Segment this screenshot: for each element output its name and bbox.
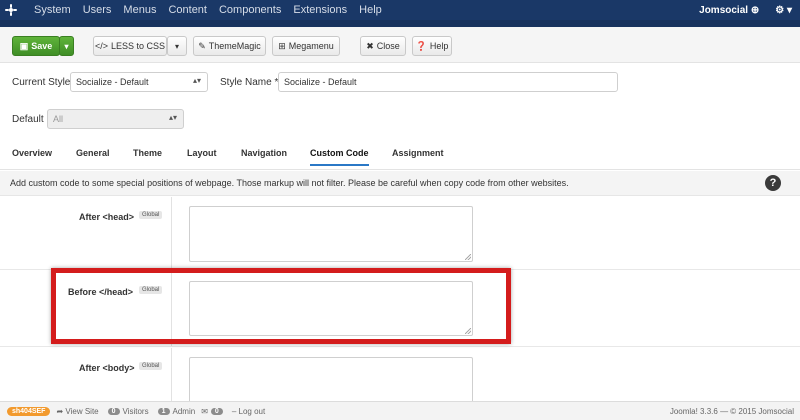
tab-assignment[interactable]: Assignment xyxy=(392,148,444,158)
version-text: Joomla! 3.3.6 — © 2015 Jomsocial xyxy=(669,406,794,416)
admin-status: 1 Admin xyxy=(155,407,195,416)
toolbar: ▣ Save ▾ </> LESS to CSS ▾ ✎ ThemeMagic ⊞ Me… xyxy=(0,27,800,63)
resize-handle-icon[interactable] xyxy=(465,254,471,260)
user-name: Jomsocial xyxy=(699,4,749,16)
sitemap-icon: ⊞ xyxy=(278,40,286,51)
menu-extensions[interactable]: Extensions xyxy=(293,4,347,16)
highlight-box xyxy=(51,268,511,344)
global-badge: Global xyxy=(139,211,163,219)
chevron-down-icon: ▴▾ xyxy=(192,76,201,85)
user-menu[interactable]: Jomsocial ⊕ xyxy=(699,5,759,16)
field-row-after-head: After <head> Global xyxy=(0,197,800,270)
style-name-input[interactable]: Socialize - Default xyxy=(278,72,618,92)
joomla-logo-icon[interactable] xyxy=(0,4,22,16)
chevron-down-icon: ▾ xyxy=(174,41,179,51)
field-label: After <head> xyxy=(79,212,135,222)
save-dropdown-button[interactable]: ▾ xyxy=(59,36,74,56)
field-label: After <body> xyxy=(79,363,135,373)
less-to-css-button[interactable]: </> LESS to CSS xyxy=(93,36,167,56)
menu-menus[interactable]: Menus xyxy=(123,4,156,16)
minus-icon: – xyxy=(231,406,237,416)
sh404sef-badge[interactable]: sh404SEF xyxy=(7,406,51,416)
default-label: Default xyxy=(12,114,44,125)
save-icon: ▣ xyxy=(19,40,29,51)
visitors-status: 0 Visitors xyxy=(105,407,149,416)
tab-general[interactable]: General xyxy=(76,148,110,158)
thememagic-button[interactable]: ✎ ThemeMagic xyxy=(193,36,266,56)
title-strip xyxy=(0,20,800,27)
save-button[interactable]: ▣ Save xyxy=(12,36,60,56)
chevron-down-icon: ▴▾ xyxy=(168,113,177,122)
menu-components[interactable]: Components xyxy=(219,4,281,16)
after-head-textarea[interactable] xyxy=(189,206,473,262)
view-site-link[interactable]: ➦ View Site xyxy=(56,407,98,416)
megamenu-button[interactable]: ⊞ Megamenu xyxy=(272,36,340,56)
info-bar: Add custom code to some special position… xyxy=(0,171,800,196)
tab-bar: Overview General Theme Layout Navigation… xyxy=(0,136,800,170)
after-body-textarea[interactable] xyxy=(189,357,473,407)
close-icon: ✖ xyxy=(366,40,374,51)
tab-theme[interactable]: Theme xyxy=(133,148,162,158)
global-badge: Global xyxy=(139,362,163,370)
less-dropdown-button[interactable]: ▾ xyxy=(167,36,187,56)
help-button[interactable]: ❓ Help xyxy=(412,36,452,56)
envelope-icon: ✉ xyxy=(201,406,208,416)
tab-layout[interactable]: Layout xyxy=(187,148,217,158)
help-icon[interactable]: ? xyxy=(765,175,781,191)
magic-wand-icon: ✎ xyxy=(198,40,206,51)
menu-users[interactable]: Users xyxy=(83,4,112,16)
question-icon: ❓ xyxy=(415,40,427,51)
chevron-down-icon: ▾ xyxy=(64,41,69,51)
style-name-label: Style Name * xyxy=(220,77,279,88)
info-text: Add custom code to some special position… xyxy=(10,178,569,188)
menu-content[interactable]: Content xyxy=(168,4,207,16)
close-button[interactable]: ✖ Close xyxy=(360,36,406,56)
tab-overview[interactable]: Overview xyxy=(12,148,52,158)
tab-navigation[interactable]: Navigation xyxy=(241,148,287,158)
gear-icon[interactable]: ⚙ ▾ xyxy=(775,5,792,16)
top-navbar: System Users Menus Content Components Ex… xyxy=(0,0,800,20)
default-select: All ▴▾ xyxy=(47,109,184,129)
tab-custom-code[interactable]: Custom Code xyxy=(310,148,369,166)
menu-help[interactable]: Help xyxy=(359,4,382,16)
messages-status[interactable]: ✉ 0 xyxy=(201,407,226,416)
status-bar: sh404SEF ➦ View Site 0 Visitors 1 Admin ✉ 0… xyxy=(0,401,800,420)
external-link-icon: ➦ xyxy=(56,406,64,416)
code-icon: </> xyxy=(94,41,108,51)
field-row-after-body: After <body> Global xyxy=(0,348,800,407)
current-style-select[interactable]: Socialize - Default ▴▾ xyxy=(70,72,208,92)
menu-system[interactable]: System xyxy=(34,4,71,16)
current-style-label: Current Style xyxy=(12,77,71,88)
logout-link[interactable]: – Log out xyxy=(232,407,265,416)
